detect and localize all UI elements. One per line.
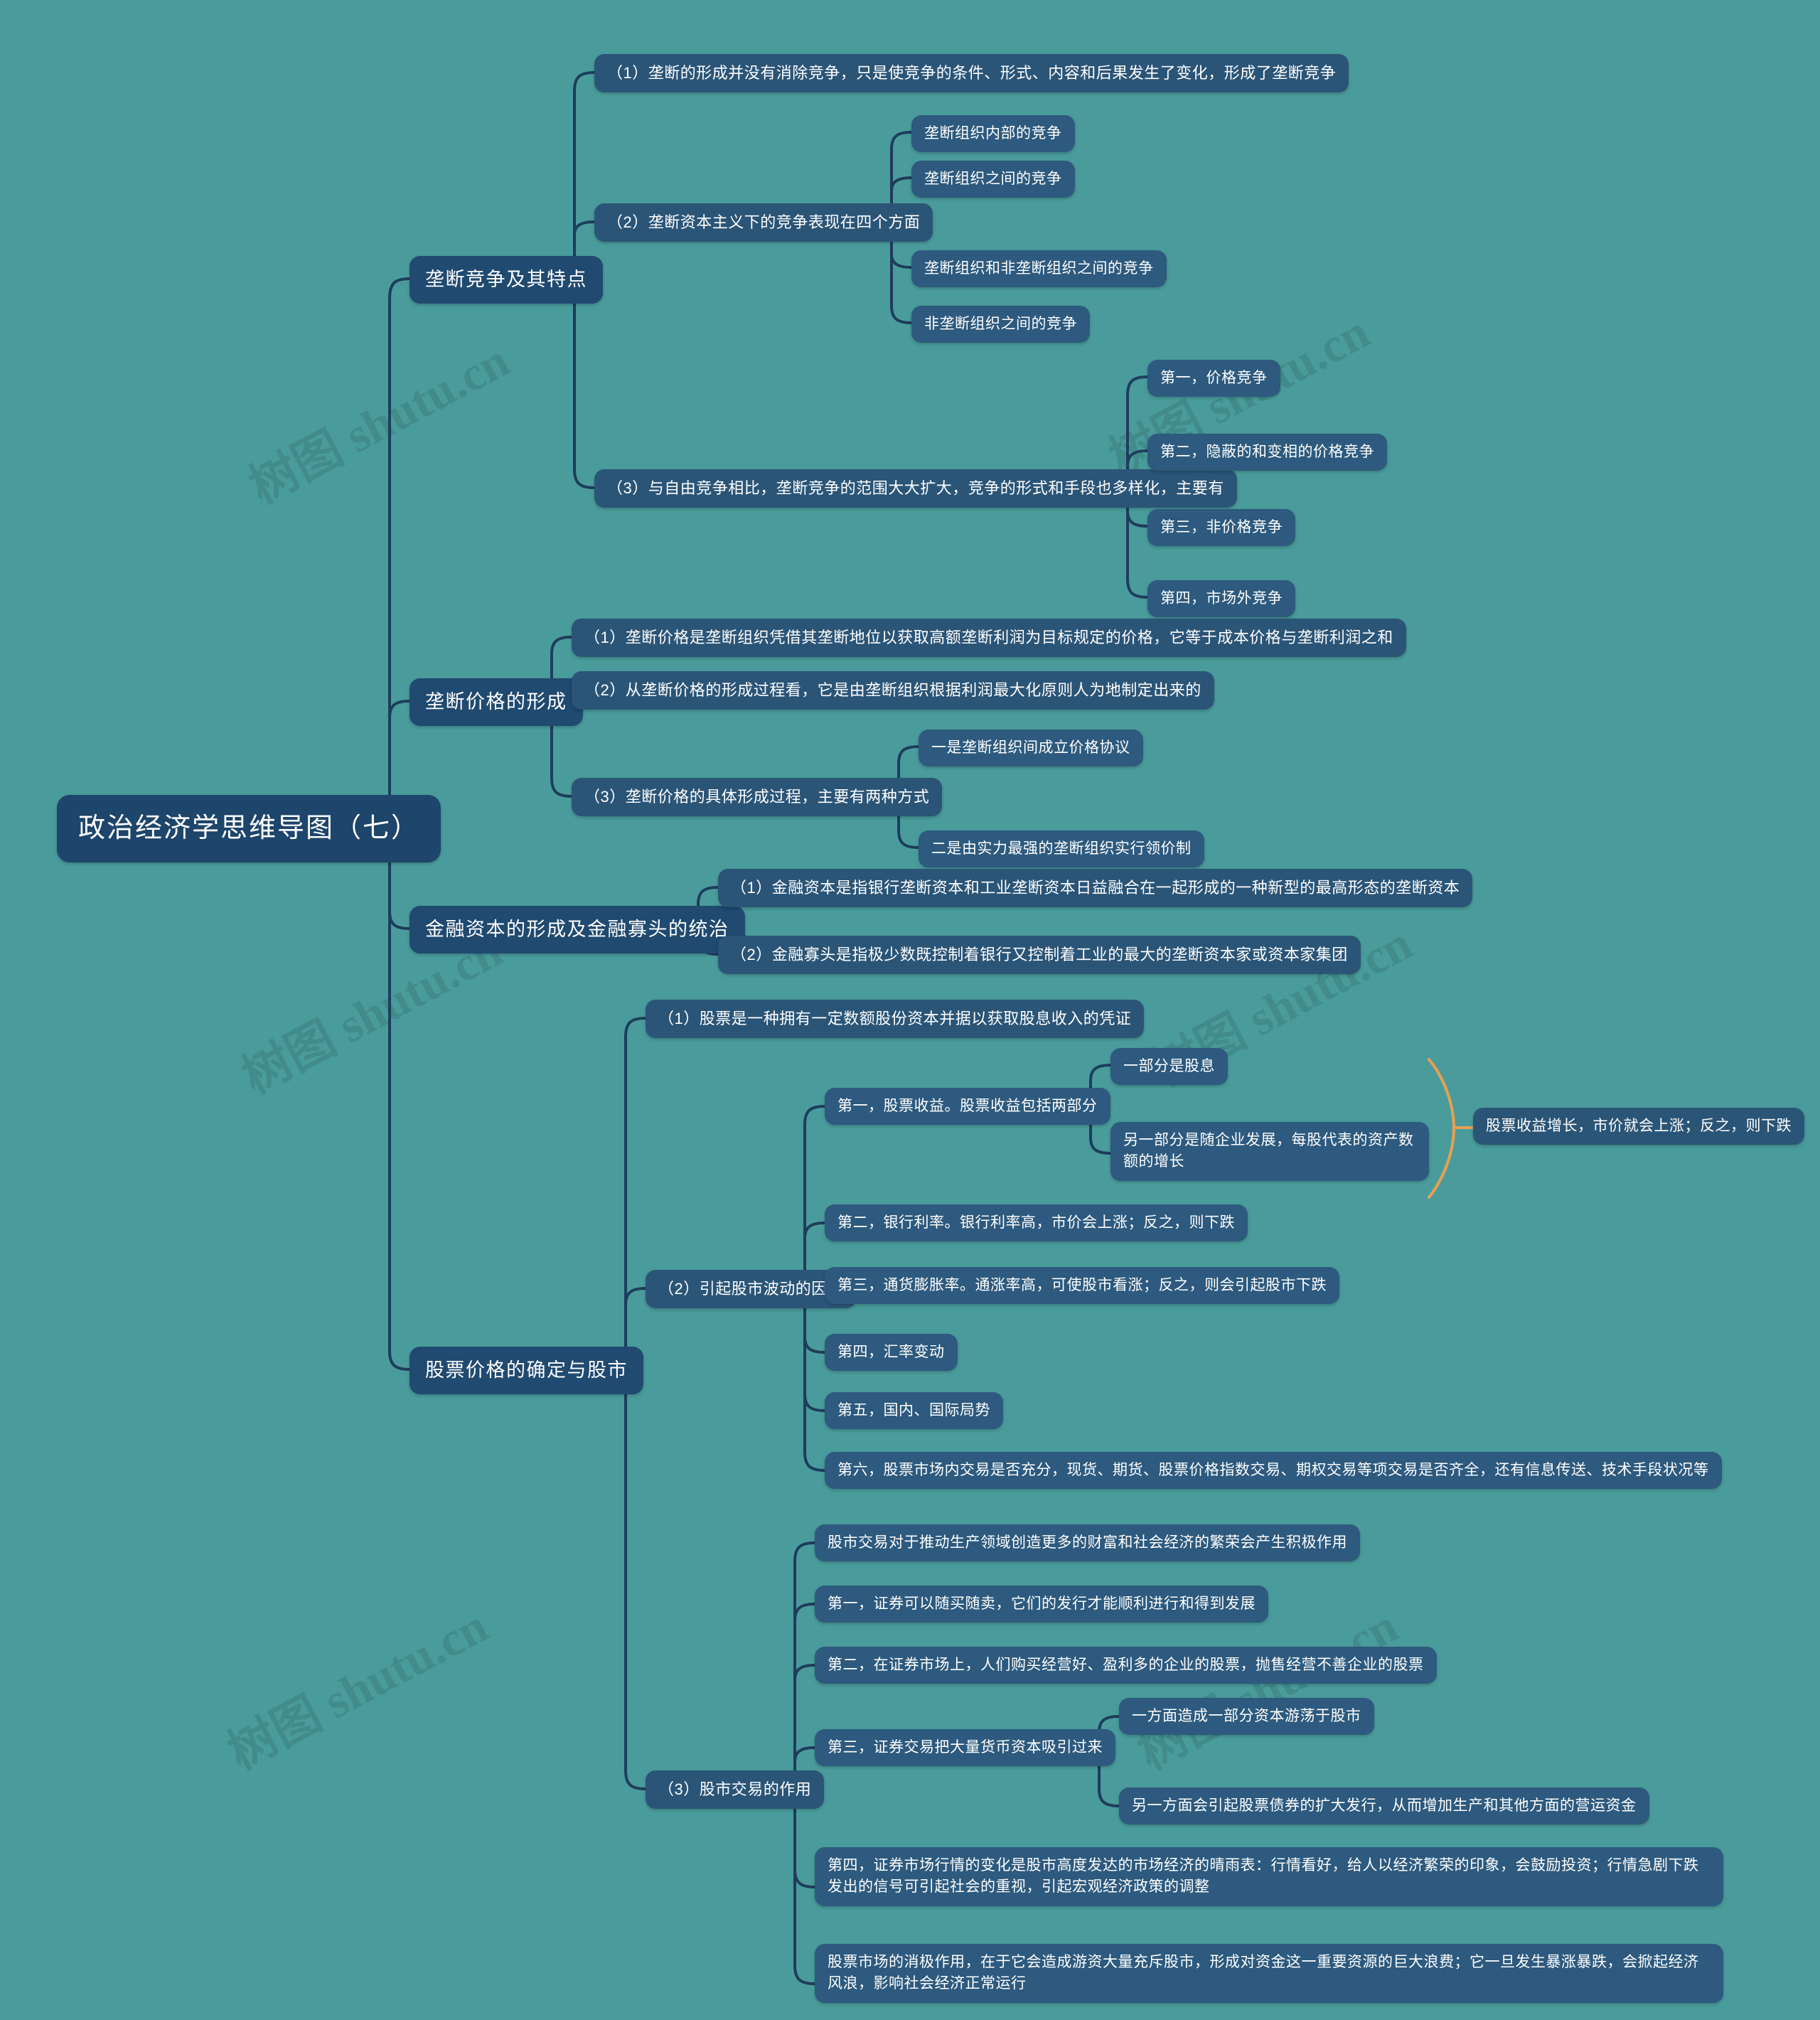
- node-b4c2g1h1[interactable]: 一部分是股息: [1110, 1048, 1228, 1086]
- node-label: 第五，国内、国际局势: [837, 1402, 990, 1418]
- node-label: 第二，在证券市场上，人们购买经营好、盈利多的企业的股票，抛售经营不善企业的股票: [828, 1657, 1424, 1673]
- node-label: （3）垄断价格的具体形成过程，主要有两种方式: [584, 788, 930, 806]
- node-b4c2g1[interactable]: 第一，股票收益。股票收益包括两部分: [825, 1088, 1110, 1126]
- node-b1c3g4[interactable]: 第四，市场外竞争: [1147, 580, 1295, 618]
- branch-node-monopoly-competition[interactable]: 垄断竞争及其特点: [410, 256, 603, 304]
- node-label: 股票收益增长，市价就会上涨；反之，则下跌: [1486, 1118, 1792, 1134]
- root-label: 政治经济学思维导图（七）: [78, 813, 420, 843]
- node-label: 第一，价格竞争: [1160, 370, 1268, 386]
- node-b4c2g4[interactable]: 第四，汇率变动: [825, 1334, 958, 1372]
- node-b4c3g2[interactable]: 第一，证券可以随买随卖，它们的发行才能顺利进行和得到发展: [815, 1586, 1268, 1623]
- node-b2c2[interactable]: （2）从垄断价格的形成过程看，它是由垄断组织根据利润最大化原则人为地制定出来的: [572, 671, 1214, 710]
- node-b4c2g1-summary[interactable]: 股票收益增长，市价就会上涨；反之，则下跌: [1473, 1108, 1804, 1145]
- node-b4c2g5[interactable]: 第五，国内、国际局势: [825, 1392, 1003, 1430]
- node-b4c2g3[interactable]: 第三，通货膨胀率。通涨率高，可使股市看涨；反之，则会引起股市下跌: [825, 1267, 1339, 1305]
- node-label: （2）垄断资本主义下的竞争表现在四个方面: [607, 213, 921, 231]
- node-b1c2g2[interactable]: 垄断组织之间的竞争: [911, 161, 1075, 198]
- node-b2c3g2[interactable]: 二是由实力最强的垄断组织实行领价制: [919, 830, 1204, 868]
- node-label: 一是垄断组织间成立价格协议: [931, 739, 1130, 756]
- branch-node-stock-price[interactable]: 股票价格的确定与股市: [410, 1347, 643, 1395]
- node-label: 一方面造成一部分资本游荡于股市: [1132, 1708, 1361, 1724]
- node-b1c3g1[interactable]: 第一，价格竞争: [1147, 360, 1280, 397]
- node-label: （3）与自由竞争相比，垄断竞争的范围大大扩大，竞争的形式和手段也多样化，主要有: [607, 479, 1224, 497]
- node-b1c1[interactable]: （1）垄断的形成并没有消除竞争，只是使竞争的条件、形式、内容和后果发生了变化，形…: [594, 54, 1349, 92]
- node-label: 第三，通货膨胀率。通涨率高，可使股市看涨；反之，则会引起股市下跌: [837, 1277, 1327, 1293]
- node-b1c3g3[interactable]: 第三，非价格竞争: [1147, 509, 1295, 547]
- node-label: 第一，证券可以随买随卖，它们的发行才能顺利进行和得到发展: [828, 1596, 1256, 1612]
- mindmap-canvas: 树图 shutu.cn 树图 shutu.cn 树图 shutu.cn 树图 s…: [0, 0, 1820, 2020]
- node-b1c3g2[interactable]: 第二，隐蔽的和变相的价格竞争: [1147, 434, 1387, 471]
- node-label: 第一，股票收益。股票收益包括两部分: [837, 1098, 1098, 1114]
- node-b1c2g4[interactable]: 非垄断组织之间的竞争: [911, 306, 1090, 343]
- watermark: 树图 shutu.cn: [219, 1598, 496, 1780]
- node-label: 一部分是股息: [1123, 1058, 1215, 1074]
- node-label: （1）金融资本是指银行垄断资本和工业垄断资本日益融合在一起形成的一种新型的最高形…: [731, 879, 1460, 897]
- node-b4c2g2[interactable]: 第二，银行利率。银行利率高，市价会上涨；反之，则下跌: [825, 1204, 1248, 1242]
- summary-bracket: [1428, 1058, 1474, 1199]
- node-label: 第六，股票市场内交易是否充分，现货、期货、股票价格指数交易、期权交易等项交易是否…: [837, 1462, 1709, 1478]
- node-b4c3g1[interactable]: 股市交易对于推动生产领域创造更多的财富和社会经济的繁荣会产生积极作用: [815, 1524, 1360, 1562]
- node-b4c3g4h1[interactable]: 一方面造成一部分资本游荡于股市: [1119, 1698, 1374, 1736]
- node-label: （1）股票是一种拥有一定数额股份资本并据以获取股息收入的凭证: [658, 1010, 1132, 1027]
- node-label: （1）垄断的形成并没有消除竞争，只是使竞争的条件、形式、内容和后果发生了变化，形…: [607, 64, 1337, 82]
- node-b1c2[interactable]: （2）垄断资本主义下的竞争表现在四个方面: [594, 203, 933, 242]
- node-label: 第二，隐蔽的和变相的价格竞争: [1160, 444, 1374, 460]
- branch-node-monopoly-price[interactable]: 垄断价格的形成: [410, 678, 583, 727]
- branch-label: 金融资本的形成及金融寡头的统治: [425, 919, 729, 940]
- node-label: 另一方面会引起股票债券的扩大发行，从而增加生产和其他方面的营运资金: [1132, 1797, 1637, 1814]
- node-b4c2g6[interactable]: 第六，股票市场内交易是否充分，现货、期货、股票价格指数交易、期权交易等项交易是否…: [825, 1452, 1722, 1490]
- branch-node-finance-capital[interactable]: 金融资本的形成及金融寡头的统治: [410, 906, 745, 954]
- node-b2c3[interactable]: （3）垄断价格的具体形成过程，主要有两种方式: [572, 778, 943, 816]
- root-node[interactable]: 政治经济学思维导图（七）: [57, 795, 441, 863]
- node-b4c3[interactable]: （3）股市交易的作用: [646, 1770, 825, 1809]
- node-label: 第四，汇率变动: [837, 1344, 945, 1360]
- node-b1c2g3[interactable]: 垄断组织和非垄断组织之间的竞争: [911, 250, 1167, 288]
- node-label: （2）金融寡头是指极少数既控制着银行又控制着工业的最大的垄断资本家或资本家集团: [731, 946, 1348, 963]
- node-b3c1[interactable]: （1）金融资本是指银行垄断资本和工业垄断资本日益融合在一起形成的一种新型的最高形…: [718, 869, 1473, 907]
- watermark: 树图 shutu.cn: [240, 332, 518, 514]
- node-label: 垄断组织和非垄断组织之间的竞争: [924, 260, 1154, 277]
- node-b1c3[interactable]: （3）与自由竞争相比，垄断竞争的范围大大扩大，竞争的形式和手段也多样化，主要有: [594, 469, 1237, 508]
- node-label: （3）股市交易的作用: [658, 1780, 812, 1798]
- node-label: 股市交易对于推动生产领域创造更多的财富和社会经济的繁荣会产生积极作用: [828, 1534, 1347, 1551]
- node-label: 垄断组织内部的竞争: [924, 125, 1062, 141]
- node-label: 非垄断组织之间的竞争: [924, 316, 1077, 332]
- node-b4c3g5[interactable]: 第四，证券市场行情的变化是股市高度发达的市场经济的晴雨表：行情看好，给人以经济繁…: [815, 1847, 1723, 1906]
- node-label: 垄断组织之间的竞争: [924, 171, 1062, 187]
- node-b4c1[interactable]: （1）股票是一种拥有一定数额股份资本并据以获取股息收入的凭证: [646, 1000, 1145, 1038]
- node-label: 第三，非价格竞争: [1160, 519, 1283, 535]
- node-b1c2g1[interactable]: 垄断组织内部的竞争: [911, 115, 1075, 153]
- node-label: 二是由实力最强的垄断组织实行领价制: [931, 840, 1192, 857]
- branch-label: 垄断竞争及其特点: [425, 269, 587, 290]
- node-label: （1）垄断价格是垄断组织凭借其垄断地位以获取高额垄断利润为目标规定的价格，它等于…: [584, 629, 1393, 646]
- node-b3c2[interactable]: （2）金融寡头是指极少数既控制着银行又控制着工业的最大的垄断资本家或资本家集团: [718, 936, 1361, 974]
- node-b4c3g4[interactable]: 第三，证券交易把大量货币资本吸引过来: [815, 1729, 1115, 1767]
- node-label: 第四，市场外竞争: [1160, 590, 1283, 606]
- node-b2c1[interactable]: （1）垄断价格是垄断组织凭借其垄断地位以获取高额垄断利润为目标规定的价格，它等于…: [572, 619, 1406, 657]
- node-label: 股票市场的消极作用，在于它会造成游资大量充斥股市，形成对资金这一重要资源的巨大浪…: [828, 1954, 1699, 1992]
- node-label: （2）引起股市波动的因素: [658, 1280, 844, 1298]
- node-b4c3g3[interactable]: 第二，在证券市场上，人们购买经营好、盈利多的企业的股票，抛售经营不善企业的股票: [815, 1647, 1437, 1684]
- node-label: 第四，证券市场行情的变化是股市高度发达的市场经济的晴雨表：行情看好，给人以经济繁…: [828, 1857, 1699, 1896]
- node-b4c3g6[interactable]: 股票市场的消极作用，在于它会造成游资大量充斥股市，形成对资金这一重要资源的巨大浪…: [815, 1944, 1723, 2003]
- node-b4c3g4h2[interactable]: 另一方面会引起股票债券的扩大发行，从而增加生产和其他方面的营运资金: [1119, 1787, 1649, 1825]
- node-b4c2g1h2[interactable]: 另一部分是随企业发展，每股代表的资产数额的增长: [1110, 1122, 1429, 1181]
- node-label: 另一部分是随企业发展，每股代表的资产数额的增长: [1123, 1132, 1414, 1170]
- node-label: 第三，证券交易把大量货币资本吸引过来: [828, 1739, 1103, 1756]
- node-label: （2）从垄断价格的形成过程看，它是由垄断组织根据利润最大化原则人为地制定出来的: [584, 681, 1201, 699]
- node-b2c3g1[interactable]: 一是垄断组织间成立价格协议: [919, 730, 1143, 767]
- branch-label: 股票价格的确定与股市: [425, 1359, 628, 1381]
- branch-label: 垄断价格的形成: [425, 691, 567, 712]
- node-label: 第二，银行利率。银行利率高，市价会上涨；反之，则下跌: [837, 1214, 1235, 1231]
